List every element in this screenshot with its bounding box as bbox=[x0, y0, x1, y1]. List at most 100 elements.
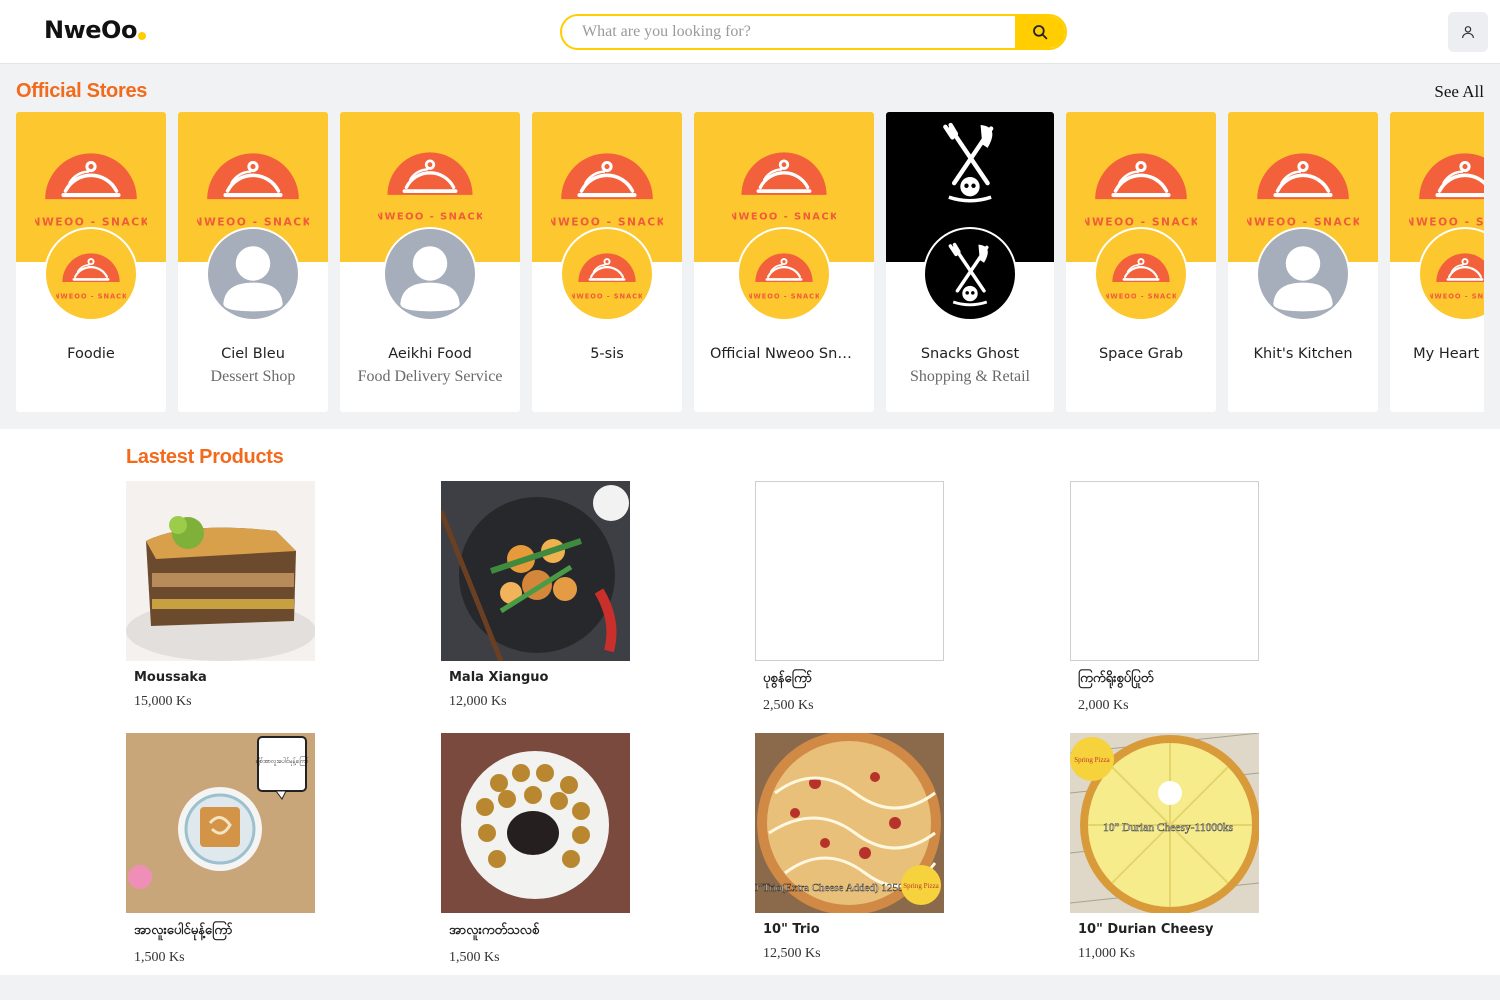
store-avatar: NWEOO - SNACK bbox=[560, 227, 654, 321]
product-name[interactable]: Mala Xianguo bbox=[441, 670, 631, 685]
logo-text: NweOo bbox=[44, 16, 137, 44]
product-name[interactable]: 10" Durian Cheesy bbox=[1070, 922, 1260, 937]
store-category: Shopping & Retail bbox=[910, 368, 1030, 385]
svg-text:NWEOO - SNACK: NWEOO - SNACK bbox=[732, 212, 836, 223]
product-price: 11,000 Ks bbox=[1078, 946, 1136, 961]
product-card[interactable]: Moussaka 15,000 Ks bbox=[126, 481, 316, 710]
cloche-cover-icon: NWEOO - SNACK bbox=[194, 153, 311, 229]
store-name: Foodie bbox=[67, 346, 115, 362]
latest-products-section: Lastest Products Moussaka 15,000 Ks Mala X… bbox=[0, 429, 1500, 975]
product-image[interactable]: 10"Trio(Extra Cheese Added) 12500ks Sprin… bbox=[755, 733, 944, 913]
cloche-cover-icon: NWEOO - SNACK bbox=[1244, 153, 1361, 229]
search-bar bbox=[560, 14, 1067, 50]
store-card[interactable]: NWEOO - SNACK NWEOO - SNACK Space Grab bbox=[1066, 112, 1216, 412]
product-name[interactable]: အာလူးကတ်သလစ် bbox=[441, 922, 631, 941]
product-name[interactable]: ပုစွန်ကြော် bbox=[755, 670, 945, 689]
product-image[interactable]: 10" Durian Cheesy-11000ks Spring Pizza bbox=[1070, 733, 1259, 913]
svg-text:10" Durian Cheesy-11000ks: 10" Durian Cheesy-11000ks bbox=[1103, 822, 1234, 834]
svg-text:NWEOO - SNACK: NWEOO - SNACK bbox=[56, 293, 126, 301]
cloche-cover-icon: NWEOO - SNACK bbox=[32, 153, 149, 229]
store-card[interactable]: NWEOO - SNACK NWEOO - SNACK Official Nweoo… bbox=[694, 112, 874, 412]
top-header: NweOo bbox=[0, 0, 1500, 64]
svg-text:10"Trio(Extra Cheese Added) 12: 10"Trio(Extra Cheese Added) 12500ks bbox=[755, 882, 919, 894]
store-card[interactable]: NWEOO - SNACK Aeikhi Food Food Delivery Se… bbox=[340, 112, 520, 412]
store-avatar: NWEOO - SNACK bbox=[44, 227, 138, 321]
product-price: 2,500 Ks bbox=[763, 698, 814, 713]
store-name: Space Grab bbox=[1098, 346, 1184, 362]
product-image[interactable] bbox=[441, 733, 630, 913]
product-card[interactable]: 10" Durian Cheesy-11000ks Spring Pizza 10"… bbox=[1070, 733, 1260, 962]
snacks-ghost-cover-icon bbox=[943, 122, 994, 203]
cloche-cover-icon: NWEOO - SNACK bbox=[375, 152, 484, 223]
product-price: 12,500 Ks bbox=[763, 946, 821, 961]
default-avatar-icon bbox=[1258, 229, 1348, 319]
product-price: 12,000 Ks bbox=[449, 694, 507, 709]
product-image[interactable] bbox=[441, 481, 630, 661]
potato-cutlet-photo bbox=[441, 733, 630, 913]
product-card[interactable]: Mala Xianguo 12,000 Ks bbox=[441, 481, 631, 710]
svg-text:NWEOO - SNACK: NWEOO - SNACK bbox=[572, 293, 642, 301]
mala-xianguo-photo bbox=[441, 481, 630, 661]
search-button[interactable] bbox=[1015, 16, 1065, 48]
store-card[interactable]: NWEOO - SNACK NWEOO - SNACK My Heart Cafe bbox=[1390, 112, 1484, 412]
store-name: My Heart Cafe bbox=[1413, 346, 1484, 362]
svg-text:Spring Pizza: Spring Pizza bbox=[903, 882, 939, 890]
logo-dot bbox=[137, 32, 146, 40]
cloche-cover-icon: NWEOO - SNACK bbox=[548, 153, 665, 229]
product-name[interactable]: အာလူးပေါင်မုန့်ကြော် bbox=[126, 922, 316, 941]
product-image[interactable] bbox=[126, 481, 315, 661]
moussaka-photo bbox=[126, 481, 315, 661]
product-price: 1,500 Ks bbox=[134, 950, 185, 965]
svg-text:ချိစ်အာလူးပေါင်မုန့်ကြော်: ချိစ်အာလူးပေါင်မုန့်ကြော် bbox=[254, 756, 308, 766]
svg-text:Spring Pizza: Spring Pizza bbox=[1074, 756, 1110, 764]
store-card[interactable]: NWEOO - SNACK Ciel Bleu Dessert Shop bbox=[178, 112, 328, 412]
user-icon bbox=[1462, 26, 1474, 39]
store-category: Dessert Shop bbox=[210, 368, 296, 385]
cloche-avatar-icon: NWEOO - SNACK bbox=[572, 253, 642, 301]
potato-toast-photo: ချိစ်အာလူးပေါင်မုန့်ကြော် bbox=[126, 733, 315, 913]
store-avatar bbox=[923, 227, 1017, 321]
product-name[interactable]: ကြက်ရိုးစွပ်ပြုတ် bbox=[1070, 670, 1260, 689]
svg-text:NWEOO - SNACK: NWEOO - SNACK bbox=[1430, 293, 1484, 301]
cloche-cover-icon: NWEOO - SNACK bbox=[1406, 153, 1484, 229]
product-price: 1,500 Ks bbox=[449, 950, 500, 965]
store-avatar bbox=[383, 227, 477, 321]
product-image[interactable]: ချိစ်အာလူးပေါင်မုန့်ကြော် bbox=[126, 733, 315, 913]
store-name: Official Nweoo Snack bbox=[710, 346, 863, 362]
product-name[interactable]: 10" Trio bbox=[755, 922, 945, 937]
product-price: 2,000 Ks bbox=[1078, 698, 1129, 713]
default-avatar-icon bbox=[385, 229, 475, 319]
store-avatar: NWEOO - SNACK bbox=[1094, 227, 1188, 321]
product-name[interactable]: Moussaka bbox=[126, 670, 316, 685]
durian-pizza-photo: 10" Durian Cheesy-11000ks Spring Pizza bbox=[1070, 733, 1259, 913]
product-image[interactable] bbox=[755, 481, 944, 661]
store-name: Khit's Kitchen bbox=[1253, 346, 1353, 362]
user-account-button[interactable] bbox=[1448, 12, 1488, 52]
store-card[interactable]: Snacks Ghost Shopping & Retail bbox=[886, 112, 1054, 412]
official-stores-title: Official Stores bbox=[16, 80, 148, 102]
product-price: 15,000 Ks bbox=[134, 694, 192, 709]
product-card[interactable]: ချိစ်အာလူးပေါင်မုန့်ကြော်အာလူးပေါင်မုန့်… bbox=[126, 733, 316, 966]
svg-text:NWEOO - SNACK: NWEOO - SNACK bbox=[749, 293, 819, 301]
product-card[interactable]: ပုစွန်ကြော် 2,500 Ks bbox=[755, 481, 945, 714]
store-name: Aeikhi Food bbox=[388, 346, 472, 362]
store-card[interactable]: NWEOO - SNACK NWEOO - SNACK Foodie bbox=[16, 112, 166, 412]
svg-text:NWEOO - SNACK: NWEOO - SNACK bbox=[1106, 293, 1176, 301]
product-card[interactable]: ကြက်ရိုးစွပ်ပြုတ် 2,000 Ks bbox=[1070, 481, 1260, 714]
cloche-avatar-icon: NWEOO - SNACK bbox=[1430, 253, 1484, 301]
store-card[interactable]: NWEOO - SNACK Khit's Kitchen bbox=[1228, 112, 1378, 412]
nweoo-logo[interactable]: NweOo bbox=[44, 16, 146, 44]
search-input[interactable] bbox=[562, 16, 1015, 48]
product-card[interactable]: 10"Trio(Extra Cheese Added) 12500ks Sprin… bbox=[755, 733, 945, 962]
see-all-link[interactable]: See All bbox=[1434, 82, 1484, 102]
stores-carousel[interactable]: NWEOO - SNACK NWEOO - SNACK Foodie NWEOO - … bbox=[16, 112, 1484, 413]
store-avatar bbox=[1256, 227, 1350, 321]
default-avatar-icon bbox=[208, 229, 298, 319]
latest-products-title: Lastest Products bbox=[126, 446, 284, 468]
store-name: Ciel Bleu bbox=[221, 346, 285, 362]
store-avatar: NWEOO - SNACK bbox=[737, 227, 831, 321]
product-card[interactable]: အာလူးကတ်သလစ် 1,500 Ks bbox=[441, 733, 631, 966]
product-image[interactable] bbox=[1070, 481, 1259, 661]
store-card[interactable]: NWEOO - SNACK NWEOO - SNACK 5-sis bbox=[532, 112, 682, 412]
trio-pizza-photo: 10"Trio(Extra Cheese Added) 12500ksSprin… bbox=[755, 733, 944, 913]
